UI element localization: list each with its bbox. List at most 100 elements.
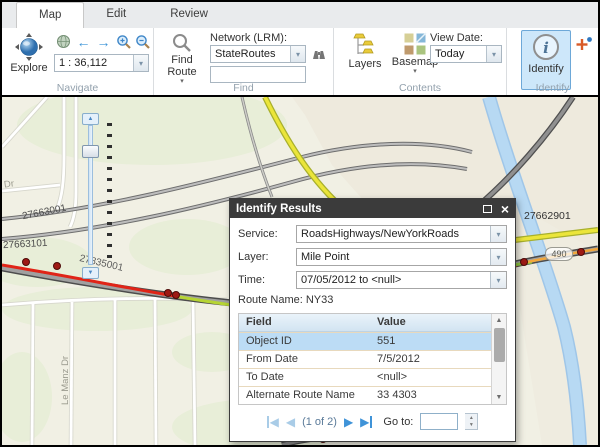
tab-review[interactable]: Review: [148, 2, 230, 28]
zoom-in-icon: [116, 34, 132, 50]
identify-button[interactable]: i Identify: [521, 30, 571, 90]
next-page-button[interactable]: ▶: [344, 416, 353, 428]
scrollbar-thumb[interactable]: [494, 328, 505, 362]
explore-button[interactable]: Explore: [6, 31, 52, 81]
tab-edit-label: Edit: [106, 8, 126, 20]
dialog-title: Identify Results: [236, 203, 483, 215]
chevron-down-icon[interactable]: ▾: [490, 226, 506, 242]
scale-value: 1 : 36,112: [55, 55, 133, 71]
dialog-body: Service: RoadsHighways/NewYorkRoads ▾ La…: [230, 218, 515, 441]
time-combobox[interactable]: 07/05/2012 to <null> ▾: [296, 271, 507, 289]
identify-route-location-icon: [575, 36, 593, 52]
layer-label: Layer:: [238, 251, 296, 263]
slider-zoom-out-button[interactable]: ▼: [82, 267, 99, 279]
identify-group-label: Identify: [507, 82, 598, 94]
last-page-button[interactable]: ▶: [360, 416, 372, 428]
mile-point-marker[interactable]: [164, 289, 172, 297]
maximize-icon[interactable]: [483, 205, 492, 213]
zoom-slider-handle[interactable]: [82, 145, 99, 158]
contents-group-label: Contents: [334, 82, 506, 94]
identify-label: Identify: [528, 63, 563, 75]
slider-zoom-in-button[interactable]: ▲: [82, 113, 99, 125]
route-shield-490: 490: [545, 247, 573, 261]
chevron-down-icon[interactable]: ▾: [490, 272, 506, 288]
field-column-header: Field: [239, 314, 370, 331]
service-row: Service: RoadsHighways/NewYorkRoads ▾: [238, 225, 507, 243]
search-routes-button[interactable]: [309, 45, 328, 62]
mile-point-marker[interactable]: [520, 258, 528, 266]
group-navigate: Explore ← →: [2, 28, 154, 95]
map-region[interactable]: 27663001 27663101 27835001 27662901 490 …: [2, 95, 598, 445]
scroll-up-icon[interactable]: ▲: [496, 314, 503, 327]
identify-route-location-button[interactable]: [575, 36, 593, 52]
next-page-icon: ▶: [344, 415, 353, 429]
identify-icon: i: [530, 31, 562, 63]
zoom-out-button[interactable]: [133, 33, 152, 50]
mile-point-marker[interactable]: [53, 262, 61, 270]
goto-spinner[interactable]: ▲ ▼: [465, 413, 478, 430]
field-cell: Object ID: [239, 333, 370, 350]
tab-map[interactable]: Map: [16, 2, 84, 28]
layer-combobox[interactable]: Mile Point ▾: [296, 248, 507, 266]
results-pager: ◀ ◀ (1 of 2) ▶ ▶ Go to: ▲ ▼: [238, 405, 507, 436]
table-row[interactable]: Alternate Route Name 33 4303: [239, 386, 491, 404]
table-header-row: Field Value: [239, 314, 491, 332]
group-identify: i Identify Identify: [507, 28, 598, 95]
mile-point-marker[interactable]: [577, 248, 585, 256]
chevron-down-icon[interactable]: ▾: [490, 249, 506, 265]
field-cell: From Date: [239, 351, 370, 368]
basemap-icon: [403, 32, 427, 56]
find-route-label-2: Route: [167, 66, 196, 78]
spinner-up-icon[interactable]: ▲: [465, 414, 477, 422]
chevron-down-icon[interactable]: ▾: [133, 55, 148, 71]
first-page-button[interactable]: ◀: [267, 416, 279, 428]
network-combobox[interactable]: StateRoutes ▾: [210, 45, 306, 63]
view-date-combobox[interactable]: Today ▾: [430, 45, 502, 63]
scroll-down-icon[interactable]: ▼: [496, 391, 503, 404]
network-lrm-label: Network (LRM):: [210, 32, 287, 44]
route-id-label: 27662901: [524, 210, 571, 222]
chevron-down-icon[interactable]: ▾: [486, 46, 501, 62]
previous-extent-button[interactable]: ←: [74, 33, 93, 50]
previous-page-button[interactable]: ◀: [286, 416, 295, 428]
zoom-in-button[interactable]: [114, 33, 133, 50]
service-label: Service:: [238, 228, 296, 240]
time-value: 07/05/2012 to <null>: [297, 272, 490, 288]
layers-button[interactable]: Layers: [342, 31, 388, 89]
route-input[interactable]: [210, 66, 306, 83]
layer-row: Layer: Mile Point ▾: [238, 248, 507, 266]
binoculars-icon: [311, 47, 327, 61]
scale-combobox[interactable]: 1 : 36,112 ▾: [54, 54, 149, 72]
chevron-down-icon: ▾: [413, 68, 417, 75]
layer-value: Mile Point: [297, 249, 490, 265]
first-page-icon: ◀: [270, 415, 279, 429]
spinner-down-icon[interactable]: ▼: [465, 422, 477, 430]
ribbon-tabs: Map Edit Review: [2, 2, 598, 28]
mile-point-marker[interactable]: [172, 291, 180, 299]
tab-edit[interactable]: Edit: [84, 2, 148, 28]
table-row[interactable]: From Date 7/5/2012: [239, 350, 491, 368]
street-name-label: Le Manz Dr: [60, 356, 71, 405]
group-contents: Layers Basemap ▾ View Date: Today ▾ Cont…: [334, 28, 507, 95]
mile-point-marker[interactable]: [22, 258, 30, 266]
previous-page-icon: ◀: [286, 415, 295, 429]
layers-icon: [352, 32, 378, 58]
value-cell: 7/5/2012: [370, 351, 491, 368]
goto-page-input[interactable]: [420, 413, 458, 430]
value-column-header: Value: [370, 314, 491, 331]
find-route-magnifier-icon: [171, 32, 193, 54]
find-route-label-1: Find: [171, 54, 192, 66]
table-scrollbar[interactable]: ▲ ▼: [491, 314, 506, 404]
dialog-titlebar[interactable]: Identify Results ×: [230, 199, 515, 218]
value-cell: 33 4303: [370, 387, 491, 404]
group-find: Find Route ▾ Network (LRM): StateRoutes …: [154, 28, 334, 95]
close-icon[interactable]: ×: [501, 202, 509, 216]
field-cell: To Date: [239, 369, 370, 386]
chevron-down-icon[interactable]: ▾: [290, 46, 305, 62]
full-extent-button[interactable]: [54, 33, 73, 50]
table-row[interactable]: To Date <null>: [239, 368, 491, 386]
table-row[interactable]: Object ID 551: [239, 332, 491, 350]
view-date-label: View Date:: [430, 32, 483, 44]
next-extent-button[interactable]: →: [94, 33, 113, 50]
service-combobox[interactable]: RoadsHighways/NewYorkRoads ▾: [296, 225, 507, 243]
